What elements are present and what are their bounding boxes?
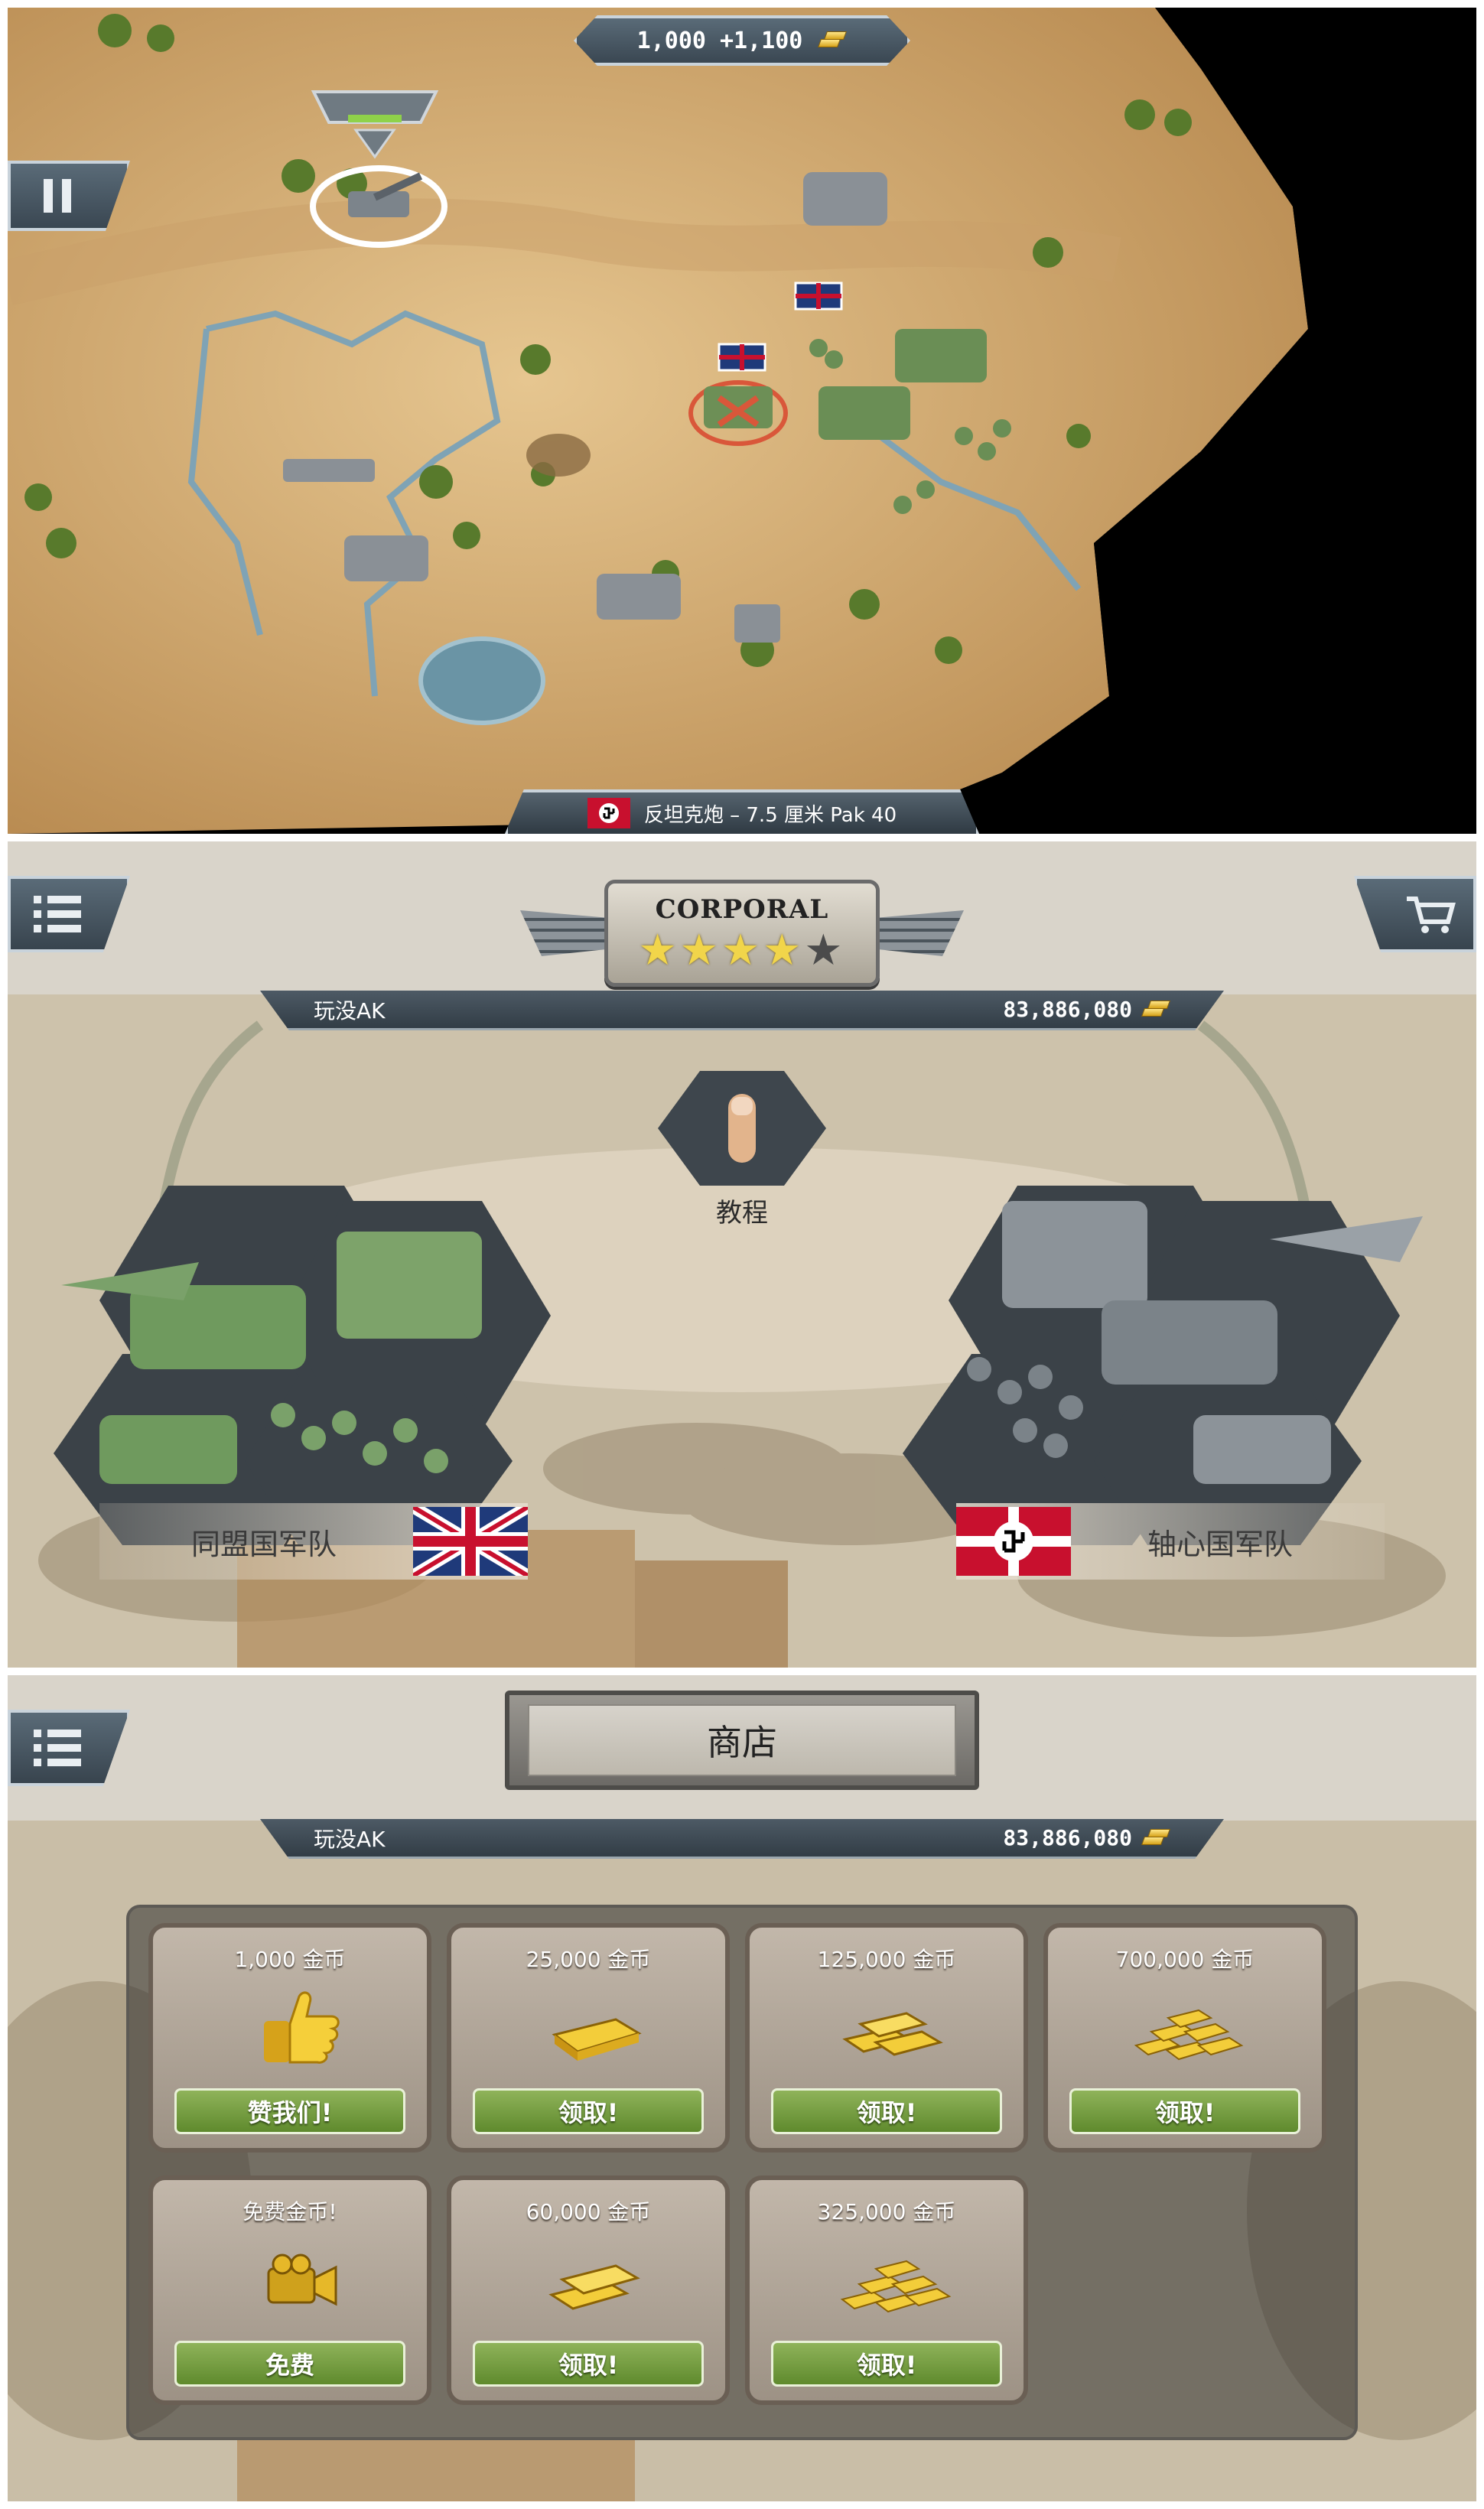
star-icon: ★ [679, 926, 721, 975]
claim-button[interactable]: 领取! [771, 2341, 1002, 2387]
rank-stars: ★★★★★ [608, 929, 876, 972]
gold-income: +1,100 [719, 27, 803, 54]
allied-army-label[interactable]: 同盟国军队 [99, 1503, 528, 1580]
rank-title: CORPORAL [655, 894, 829, 925]
resource-bar: 1,000 +1,100 [574, 15, 910, 66]
shop-item-free-gold[interactable]: 免费金币! 免费 [148, 2175, 431, 2405]
shop-item-grid: 1,000 金币 赞我们! 25,000 金币 领取! 125,000 金币 领… [126, 1905, 1358, 2440]
player-info-bar: 玩没AK 83,886,080 [260, 1819, 1224, 1859]
claim-button[interactable]: 领取! [473, 2088, 704, 2134]
shop-screen: 商店 玩没AK 83,886,080 1,000 金币 赞我们! 25,000 … [8, 1675, 1476, 2501]
tutorial-label: 教程 [716, 1198, 768, 1228]
selected-unit-bar: 反坦克炮 – 7.5 厘米 Pak 40 [505, 789, 979, 834]
gold-bars-pile-icon [1134, 2009, 1244, 2061]
axis-army-select[interactable] [903, 1186, 1430, 1545]
allied-army-select[interactable] [54, 1186, 581, 1545]
shop-item-gold-700000[interactable]: 700,000 金币 领取! [1043, 1923, 1326, 2153]
claim-button[interactable]: 领取! [771, 2088, 1002, 2134]
finger-tap-icon [728, 1094, 756, 1163]
gold-bars-icon [548, 2264, 640, 2310]
star-empty-icon: ★ [804, 926, 846, 975]
gold-bars-stack-icon [842, 2012, 943, 2056]
list-icon [34, 896, 81, 932]
army-select-screen: 玩没AK 83,886,080 CORPORAL ★★★★★ 教程 同盟国军队 … [8, 841, 1476, 1668]
free-button[interactable]: 免费 [174, 2341, 405, 2387]
player-name: 玩没AK [314, 997, 386, 1023]
shop-item-gold-25000[interactable]: 25,000 金币 领取! [447, 1923, 730, 2153]
pause-icon [44, 179, 53, 213]
gold-bar-icon [816, 30, 848, 51]
video-camera-icon [267, 2254, 337, 2306]
german-flag-icon [956, 1507, 1071, 1576]
player-info-bar: 玩没AK 83,886,080 [260, 991, 1224, 1030]
shop-item-like[interactable]: 1,000 金币 赞我们! [148, 1923, 431, 2153]
shop-title: 商店 [528, 1704, 956, 1776]
battle-map-screen: 1,000 +1,100 反坦克炮 – 7.5 厘米 Pak 40 [8, 8, 1476, 834]
gold-bar-icon [1140, 1827, 1171, 1849]
selected-unit-name: 反坦克炮 – 7.5 厘米 Pak 40 [643, 803, 897, 827]
thumbs-up-icon [264, 1991, 340, 2064]
german-flag-icon [587, 798, 630, 828]
desert-map[interactable] [8, 8, 1476, 834]
claim-button[interactable]: 领取! [1069, 2088, 1300, 2134]
rank-badge: CORPORAL ★★★★★ [520, 880, 964, 987]
gold-bar-icon [552, 2018, 642, 2061]
like-button[interactable]: 赞我们! [174, 2088, 405, 2134]
shop-title-plate: 商店 [505, 1691, 979, 1790]
claim-button[interactable]: 领取! [473, 2341, 704, 2387]
tutorial-button[interactable]: 教程 [643, 1071, 841, 1228]
shop-item-gold-125000[interactable]: 125,000 金币 领取! [745, 1923, 1028, 2153]
gold-bars-pyramid-icon [840, 2260, 952, 2313]
shopping-cart-icon [1407, 897, 1456, 933]
list-icon [34, 1730, 81, 1766]
uk-flag-icon [413, 1507, 528, 1576]
gold-amount: 1,000 [636, 27, 706, 54]
star-icon: ★ [638, 926, 680, 975]
shop-item-gold-325000[interactable]: 325,000 金币 领取! [745, 2175, 1028, 2405]
gold-amount: 83,886,080 [1003, 1825, 1132, 1850]
star-icon: ★ [763, 926, 805, 975]
player-name: 玩没AK [314, 1826, 386, 1852]
gold-amount: 83,886,080 [1003, 997, 1132, 1022]
gold-bar-icon [1140, 999, 1171, 1020]
star-icon: ★ [721, 926, 763, 975]
axis-army-label[interactable]: 轴心国军队 [956, 1503, 1385, 1580]
shop-item-gold-60000[interactable]: 60,000 金币 领取! [447, 2175, 730, 2405]
